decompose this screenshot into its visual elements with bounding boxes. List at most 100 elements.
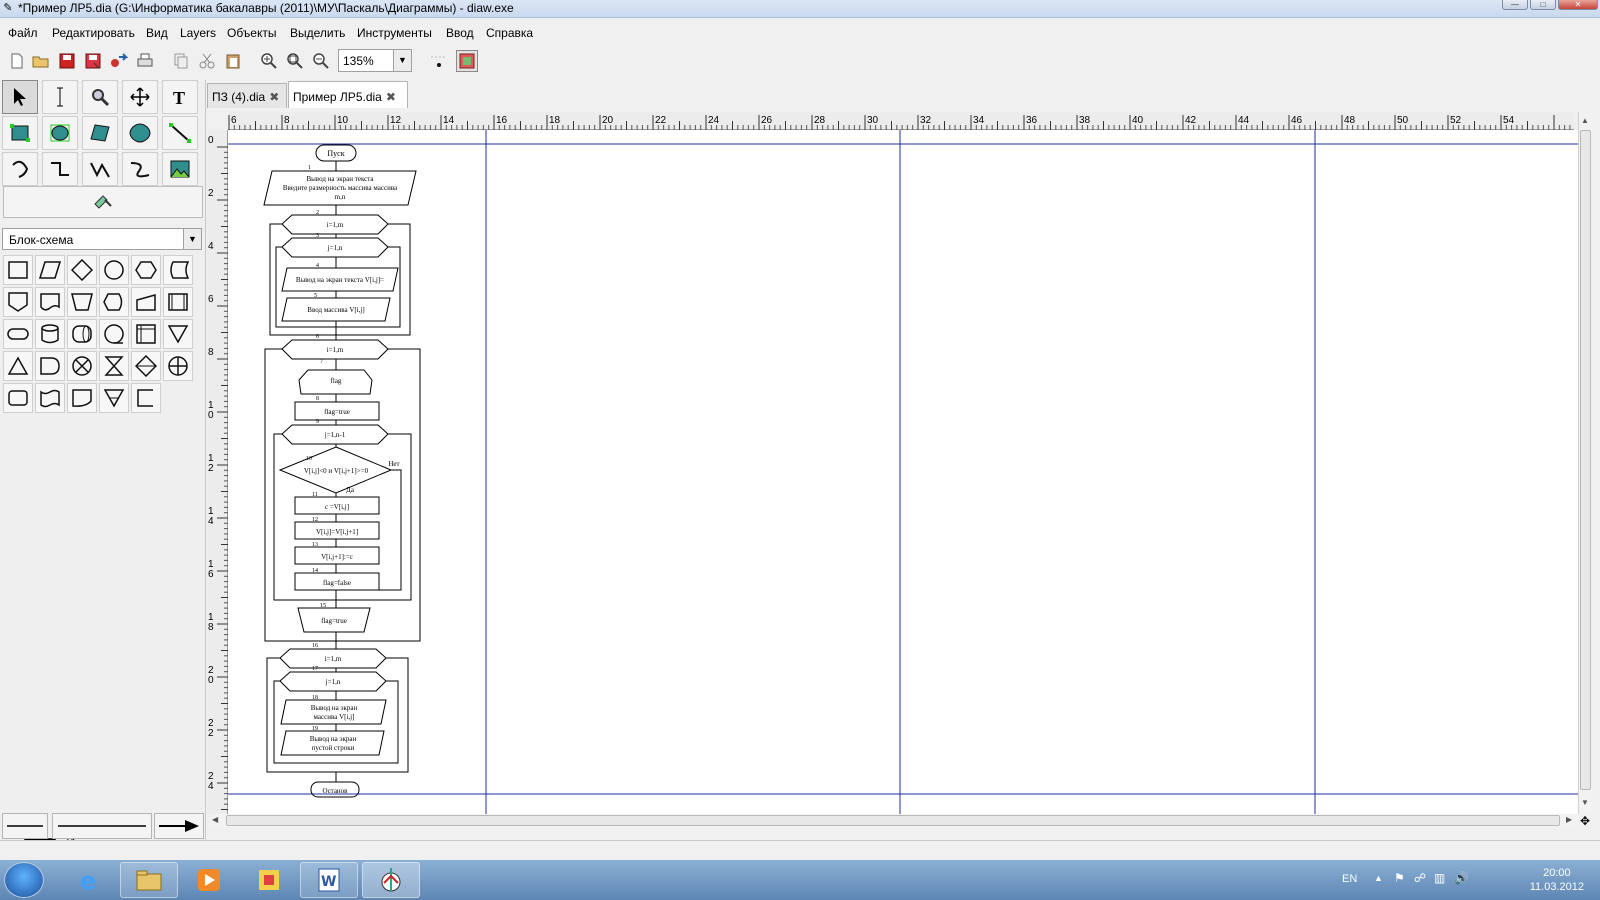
menu-file[interactable]: Файл <box>8 26 38 40</box>
data-shape-icon[interactable] <box>35 255 65 285</box>
manual-operation-shape-icon[interactable] <box>67 287 97 317</box>
chevron-down-icon[interactable]: ▼ <box>393 50 411 71</box>
show-grid-icon[interactable] <box>456 50 478 72</box>
manual-input-shape-icon[interactable] <box>131 287 161 317</box>
navigate-corner-icon[interactable]: ✥ <box>1580 814 1590 828</box>
save-as-icon[interactable] <box>82 50 104 72</box>
line-tool-icon[interactable] <box>162 116 198 150</box>
start-button[interactable] <box>4 862 44 898</box>
annotation-shape-icon[interactable] <box>131 383 161 413</box>
or-shape-icon[interactable] <box>163 351 193 381</box>
minimize-button[interactable]: — <box>1502 0 1528 10</box>
internet-explorer-icon[interactable]: e <box>60 862 118 898</box>
line-start-arrow-select[interactable] <box>2 813 48 839</box>
scroll-down-icon[interactable]: ▼ <box>1581 798 1589 807</box>
open-file-icon[interactable] <box>30 50 52 72</box>
ellipse-tool-icon[interactable] <box>42 116 78 150</box>
connector-shape-icon[interactable] <box>99 255 129 285</box>
offpage-connector-shape-icon[interactable] <box>3 287 33 317</box>
snap-to-grid-icon[interactable] <box>428 50 450 72</box>
cut-icon[interactable] <box>196 50 218 72</box>
menu-tools[interactable]: Инструменты <box>357 26 432 40</box>
tab-pz4[interactable]: ПЗ (4).dia ✖ <box>207 83 287 108</box>
pointer-tool-icon[interactable] <box>2 80 38 114</box>
menu-layers[interactable]: Layers <box>180 26 216 40</box>
word-icon[interactable]: W <box>300 862 358 898</box>
sort-shape-icon[interactable] <box>131 351 161 381</box>
sheet-select[interactable]: Блок-схема ▼ <box>2 228 202 250</box>
box-tool-icon[interactable] <box>2 116 38 150</box>
network-signal-icon[interactable]: ▥ <box>1434 871 1445 885</box>
scroll-tool-icon[interactable] <box>122 80 158 114</box>
beziergon-tool-icon[interactable] <box>122 116 158 150</box>
display-shape-icon[interactable] <box>99 287 129 317</box>
paste-icon[interactable] <box>222 50 244 72</box>
diagram-tree-icon[interactable] <box>3 186 203 218</box>
export-icon[interactable] <box>108 50 130 72</box>
print-icon[interactable] <box>134 50 156 72</box>
save-icon[interactable] <box>56 50 78 72</box>
menu-help[interactable]: Справка <box>486 26 533 40</box>
merge-shape-icon[interactable] <box>163 319 193 349</box>
line-end-arrow-select[interactable] <box>154 813 204 839</box>
arc-tool-icon[interactable] <box>2 152 38 186</box>
punched-tape-shape-icon[interactable] <box>35 383 65 413</box>
text-tool-icon[interactable]: T <box>162 80 198 114</box>
volume-icon[interactable]: 🔊 <box>1454 871 1469 885</box>
collate-shape-icon[interactable] <box>99 351 129 381</box>
stored-data-shape-icon[interactable] <box>163 255 193 285</box>
zoom-select[interactable]: 135% ▼ <box>338 49 412 72</box>
terminal-shape-icon[interactable] <box>3 319 33 349</box>
new-file-icon[interactable] <box>6 50 28 72</box>
image-tool-icon[interactable] <box>162 152 198 186</box>
decision-shape-icon[interactable] <box>67 255 97 285</box>
menu-input[interactable]: Ввод <box>446 26 474 40</box>
menu-objects[interactable]: Объекты <box>227 26 277 40</box>
menu-edit[interactable]: Редактировать <box>52 26 135 40</box>
media-player-icon[interactable] <box>180 862 238 898</box>
delay-shape-icon[interactable] <box>35 351 65 381</box>
diagram-canvas[interactable]: Пуск Вывод на экран текста Введите разме… <box>228 130 1578 814</box>
close-tab-icon[interactable]: ✖ <box>269 90 279 104</box>
vertical-scrollbar[interactable]: ▲ ▼ <box>1578 112 1592 814</box>
polyline-tool-icon[interactable] <box>82 152 118 186</box>
maximize-button[interactable]: □ <box>1530 0 1556 10</box>
paint-app-icon[interactable] <box>240 862 298 898</box>
card-shape-icon[interactable] <box>67 383 97 413</box>
menu-select[interactable]: Выделить <box>290 26 345 40</box>
line-style-select[interactable] <box>52 813 152 839</box>
show-hidden-icons-icon[interactable]: ▲ <box>1374 873 1383 883</box>
zoom-in-icon[interactable] <box>258 50 280 72</box>
process-shape-icon[interactable] <box>3 255 33 285</box>
clock[interactable]: 20:00 11.03.2012 <box>1530 866 1584 894</box>
zoom-fit-icon[interactable] <box>284 50 306 72</box>
predefined-process-shape-icon[interactable] <box>163 287 193 317</box>
offline-storage-shape-icon[interactable] <box>99 383 129 413</box>
action-center-icon[interactable]: ⚑ <box>1394 871 1405 885</box>
horizontal-scrollbar[interactable]: ◀ ▶ <box>210 814 1578 828</box>
scroll-left-icon[interactable]: ◀ <box>212 815 218 824</box>
extract-shape-icon[interactable] <box>3 351 33 381</box>
vertical-scroll-thumb[interactable] <box>1580 130 1591 790</box>
power-icon[interactable]: ☍ <box>1414 871 1426 885</box>
explorer-icon[interactable] <box>120 862 178 898</box>
sequential-data-shape-icon[interactable] <box>99 319 129 349</box>
close-button[interactable]: ✕ <box>1558 0 1598 10</box>
close-tab-icon[interactable]: ✖ <box>386 90 396 104</box>
scroll-up-icon[interactable]: ▲ <box>1581 116 1589 125</box>
summing-junction-shape-icon[interactable] <box>67 351 97 381</box>
text-edit-tool-icon[interactable] <box>42 80 78 114</box>
bezier-line-tool-icon[interactable] <box>122 152 158 186</box>
horizontal-scroll-thumb[interactable] <box>226 815 1560 826</box>
direct-access-storage-shape-icon[interactable] <box>67 319 97 349</box>
zigzag-line-tool-icon[interactable] <box>42 152 78 186</box>
copy-icon[interactable] <box>170 50 192 72</box>
zoom-out-icon[interactable] <box>310 50 332 72</box>
document-shape-icon[interactable] <box>35 287 65 317</box>
magnetic-disk-shape-icon[interactable] <box>35 319 65 349</box>
menu-view[interactable]: Вид <box>146 26 168 40</box>
chevron-down-icon[interactable]: ▼ <box>183 229 201 249</box>
preparation-shape-icon[interactable] <box>131 255 161 285</box>
polygon-tool-icon[interactable] <box>82 116 118 150</box>
scroll-right-icon[interactable]: ▶ <box>1566 815 1572 824</box>
